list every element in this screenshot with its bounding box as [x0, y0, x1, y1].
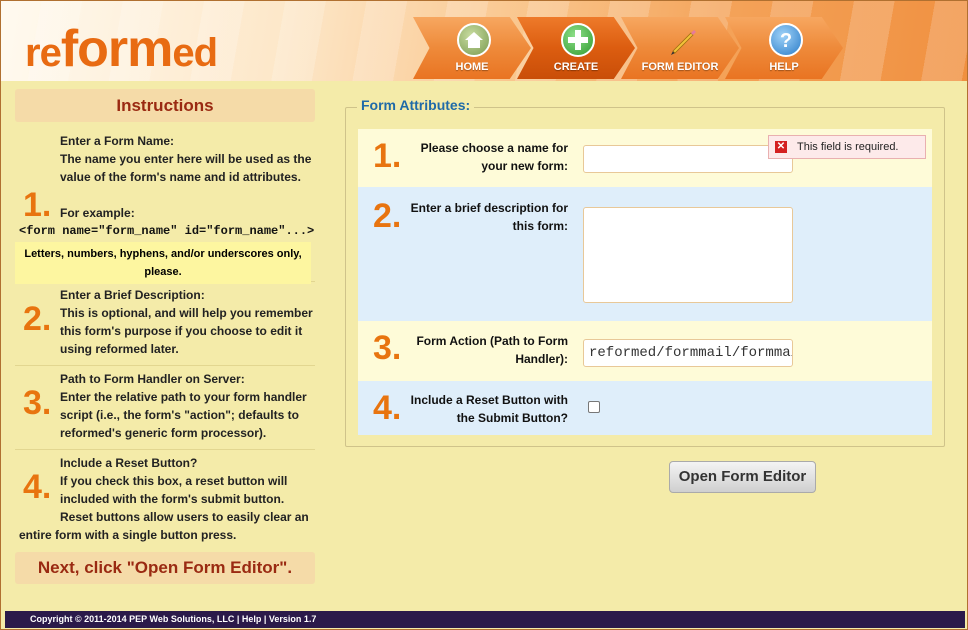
row-label: Form Action (Path to Form Handler):	[416, 334, 568, 366]
footer: Copyright © 2011-2014 PEP Web Solutions,…	[5, 611, 965, 628]
pencil-icon	[665, 23, 699, 57]
step-title: Enter a Form Name:	[60, 134, 175, 148]
logo-re: re	[25, 31, 62, 75]
next-hint: Next, click "Open Form Editor".	[15, 552, 315, 584]
step-body: The name you enter here will be used as …	[60, 152, 312, 184]
plus-icon	[561, 23, 595, 57]
form-name-input[interactable]	[583, 145, 793, 173]
home-icon	[457, 23, 491, 57]
nav-help[interactable]: ? HELP	[725, 17, 843, 79]
form-row-action: 3. Form Action (Path to Form Handler): r…	[358, 321, 932, 381]
logo-form: form	[60, 20, 174, 78]
nav-create-label: CREATE	[553, 61, 599, 73]
step-number: 3.	[23, 384, 52, 422]
step-body: If you check this box, a reset button wi…	[60, 474, 288, 506]
step-body: This is optional, and will help you reme…	[60, 306, 313, 356]
instruction-step-3: 3. Path to Form Handler on Server: Enter…	[15, 366, 315, 450]
include-reset-checkbox[interactable]	[588, 401, 600, 413]
main-nav: HOME CREATE FORM EDITOR ? HELP	[413, 17, 853, 79]
nav-home-label: HOME	[455, 61, 489, 73]
step-title: Include a Reset Button?	[60, 456, 198, 470]
logo-ed: ed	[172, 31, 218, 75]
field-required-error: ✕ This field is required.	[768, 135, 926, 159]
row-label: Enter a brief description for this form:	[410, 201, 568, 233]
form-attributes-legend: Form Attributes:	[357, 97, 475, 113]
form-row-description: 2. Enter a brief description for this fo…	[358, 187, 932, 321]
row-label: Include a Reset Button with the Submit B…	[410, 393, 568, 425]
instruction-step-2: 2. Enter a Brief Description: This is op…	[15, 282, 315, 366]
step-title: Enter a Brief Description:	[60, 288, 205, 302]
nav-create[interactable]: CREATE	[517, 17, 635, 79]
step-number: 2.	[23, 300, 52, 338]
app-window: reformed HOME CREATE FORM EDITOR ? HELP …	[0, 0, 968, 630]
nav-help-label: HELP	[769, 61, 799, 73]
instruction-step-4: 4. Include a Reset Button? If you check …	[15, 450, 315, 552]
step-example-label: For example:	[60, 206, 135, 220]
form-action-input[interactable]: reformed/formmail/formmail.php	[583, 339, 793, 367]
step-number: 4.	[23, 468, 52, 506]
help-icon: ?	[769, 23, 803, 57]
form-row-reset: 4. Include a Reset Button with the Submi…	[358, 381, 932, 435]
example-code: <form name="form_name" id="form_name"...…	[19, 224, 315, 238]
step-number: 1.	[23, 186, 52, 224]
form-description-textarea[interactable]	[583, 207, 793, 303]
naming-note: Letters, numbers, hyphens, and/or unders…	[15, 242, 311, 284]
instructions-panel: Instructions 1. Enter a Form Name: The n…	[15, 89, 315, 584]
nav-form-editor-label: FORM EDITOR	[641, 61, 719, 73]
step-body-extra: Reset buttons allow users to easily clea…	[19, 510, 309, 542]
step-body: Enter the relative path to your form han…	[60, 390, 307, 440]
open-form-editor-button[interactable]: Open Form Editor	[669, 461, 816, 493]
row-label: Please choose a name for your new form:	[420, 141, 568, 173]
logo[interactable]: reformed	[25, 19, 218, 79]
svg-text:?: ?	[780, 30, 792, 52]
instruction-step-1: 1. Enter a Form Name: The name you enter…	[15, 132, 315, 284]
error-icon: ✕	[775, 141, 787, 153]
nav-home[interactable]: HOME	[413, 17, 531, 79]
nav-form-editor[interactable]: FORM EDITOR	[621, 17, 739, 79]
step-title: Path to Form Handler on Server:	[60, 372, 245, 386]
instructions-title: Instructions	[15, 89, 315, 122]
error-text: This field is required.	[797, 141, 899, 153]
header: reformed HOME CREATE FORM EDITOR ? HELP	[1, 1, 967, 81]
